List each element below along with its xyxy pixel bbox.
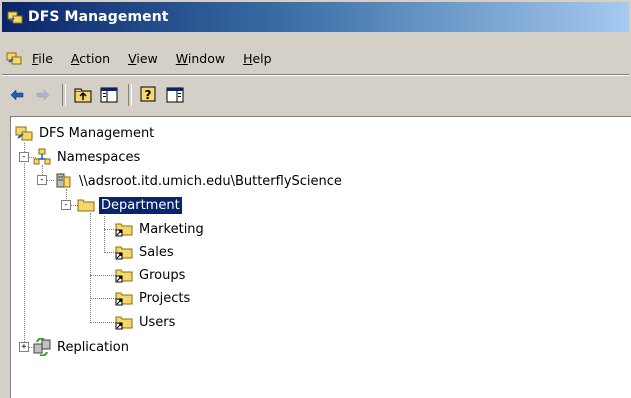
tree-item-label: Replication [57,339,129,355]
folder-link-icon [115,220,133,238]
expand-replication-toggle[interactable]: + [19,342,29,352]
back-button[interactable] [6,84,28,106]
show-hide-console-tree-button[interactable] [98,84,120,106]
tree-item-department[interactable]: Department [77,195,183,215]
tree-connector [46,180,54,181]
tree-item-namespaces[interactable]: Namespaces [33,147,142,167]
tree-item-label: DFS Management [39,125,155,141]
dfs-app-icon [7,9,23,25]
up-folder-icon [74,88,92,103]
show-hide-console-tree-icon [100,87,118,103]
tree-item-label: Groups [139,267,186,283]
menu-action[interactable]: Action [71,51,110,66]
help-button[interactable]: ? [138,84,160,106]
up-one-level-button[interactable] [72,84,94,106]
tree-connector [104,213,105,253]
tree-item-groups[interactable]: Groups [115,265,187,285]
tree-item-label: Users [139,314,176,330]
tree-connector [90,213,91,323]
window-title: DFS Management [28,9,169,25]
forward-button[interactable] [32,84,54,106]
menu-view[interactable]: View [128,51,158,66]
tree-item-projects[interactable]: Projects [115,288,192,308]
namespace-server-icon [55,172,73,190]
back-arrow-icon [10,89,24,101]
tree-item-label: Projects [139,290,191,306]
menu-help[interactable]: Help [243,51,272,66]
toolbar: ? [2,80,629,110]
forward-arrow-icon [36,89,50,101]
menu-bar: File Action View Window Help [2,46,629,70]
tree-item-label: Department [98,195,183,215]
show-hide-action-pane-icon [166,87,184,103]
console-icon[interactable] [6,50,22,66]
tree-item-label: Sales [139,244,174,260]
dfs-management-icon [15,124,33,142]
menu-file[interactable]: File [32,51,53,66]
folder-link-icon [115,266,133,284]
menu-view-label: iew [136,50,158,66]
tree-connector [90,298,116,299]
help-icon: ? [140,86,156,102]
collapse-namespace-toggle[interactable]: - [37,175,47,185]
tree-connector [24,143,25,348]
title-bar[interactable]: DFS Management [2,2,629,32]
menu-file-label: ile [38,50,53,66]
tree-item-marketing[interactable]: Marketing [115,219,206,239]
collapse-namespaces-toggle[interactable]: - [19,152,29,162]
toolbar-separator [62,84,66,106]
show-hide-action-pane-button[interactable] [164,84,186,106]
menu-action-accel: A [70,50,80,66]
tree-item-sales[interactable]: Sales [115,242,176,262]
tree-item-label: Marketing [139,221,204,237]
namespaces-icon [33,148,51,166]
folder-icon [77,196,95,214]
folder-link-icon [115,313,133,331]
folder-link-icon [115,243,133,261]
menu-separator [2,74,629,76]
tree-item-replication[interactable]: Replication [33,337,131,357]
svg-text:?: ? [145,88,152,102]
replication-icon [33,338,51,356]
tree-item-namespace-butterflyscience[interactable]: \\adsroot.itd.umich.edu\ButterflyScience [55,171,344,191]
toolbar-separator [128,84,132,106]
tree-item-users[interactable]: Users [115,312,177,332]
tree-item-label: \\adsroot.itd.umich.edu\ButterflyScience [79,173,342,189]
tree-item-dfs-management[interactable]: DFS Management [15,123,156,143]
tree-connector [90,275,116,276]
menu-window-accel: W [175,50,188,66]
menu-help-label: elp [252,50,272,66]
collapse-department-toggle[interactable]: - [61,200,71,210]
tree-item-label: Namespaces [57,149,141,165]
console-tree[interactable]: - - - + DFS Management Namespaces \\adsr… [10,116,631,398]
menu-window[interactable]: Window [176,51,225,66]
folder-link-icon [115,289,133,307]
tree-connector [90,322,116,323]
menu-action-label: ction [79,50,111,66]
app-window: DFS Management File Action View Window H… [0,0,631,398]
menu-window-label: indow [187,50,226,66]
